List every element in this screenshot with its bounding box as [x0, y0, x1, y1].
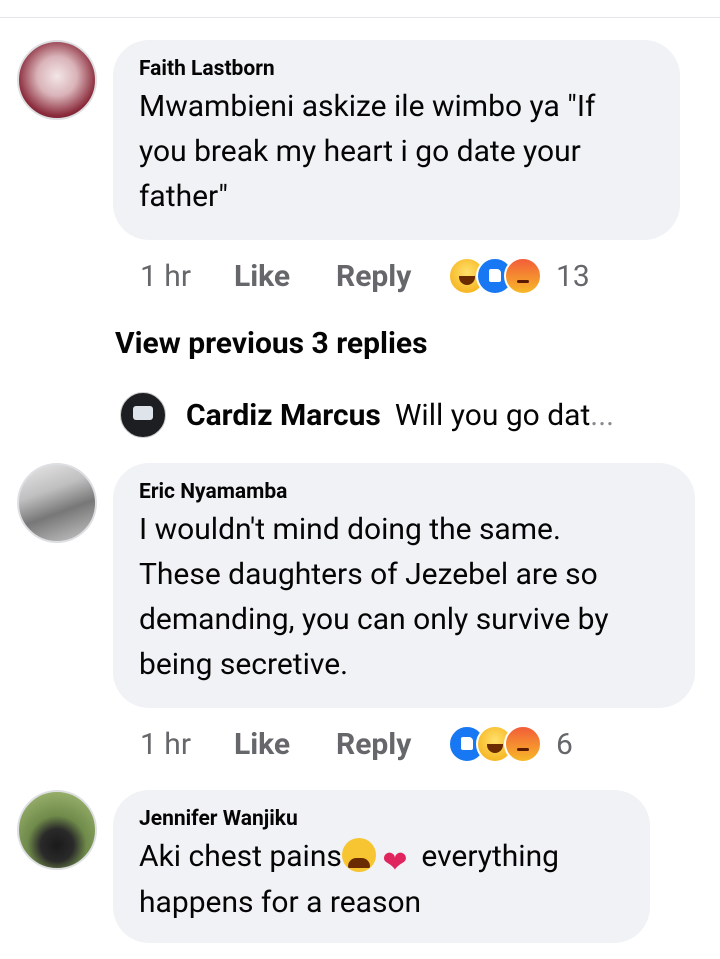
avatar-faith-lastborn[interactable]: [17, 40, 97, 120]
avatar-cardiz-marcus[interactable]: [120, 392, 166, 438]
crying-face-icon: [341, 838, 376, 872]
comment-bubble-faith: Faith Lastborn Mwambieni askize ile wimb…: [113, 40, 680, 240]
comment-author[interactable]: Eric Nyamamba: [139, 479, 669, 505]
reply-text: Will you go dat: [394, 397, 591, 433]
avatar-eric-nyamamba[interactable]: [17, 463, 97, 543]
like-button[interactable]: Like: [234, 727, 336, 762]
comment-meta-faith: 1 hr Like Reply 13: [140, 256, 590, 296]
reaction-count[interactable]: 6: [556, 727, 573, 762]
reactions-summary[interactable]: [448, 257, 542, 295]
comment-meta-eric: 1 hr Like Reply 6: [140, 724, 573, 764]
reply-author[interactable]: Cardiz Marcus: [186, 398, 381, 433]
reply-button[interactable]: Reply: [336, 727, 448, 762]
timestamp[interactable]: 1 hr: [140, 259, 234, 294]
reaction-count[interactable]: 13: [556, 259, 590, 294]
comment-bubble-eric: Eric Nyamamba I wouldn't mind doing the …: [113, 463, 695, 708]
comment-text: Mwambieni askize ile wimbo ya "If you br…: [139, 89, 596, 214]
reply-preview[interactable]: Cardiz Marcus Will you go dat...: [120, 392, 614, 438]
comment-text: I wouldn't mind doing the same. These da…: [139, 512, 609, 682]
comment-author[interactable]: Faith Lastborn: [139, 56, 654, 82]
like-button[interactable]: Like: [234, 259, 336, 294]
top-divider: [0, 17, 720, 18]
broken-heart-icon: ❤: [382, 845, 408, 880]
avatar-jennifer-wanjiku[interactable]: [17, 790, 97, 870]
reactions-summary[interactable]: [448, 725, 542, 763]
comment-author[interactable]: Jennifer Wanjiku: [139, 806, 624, 832]
angry-reaction-icon: [504, 257, 542, 295]
comment-bubble-jennifer: Jennifer Wanjiku Aki chest pains ❤ everyt…: [113, 790, 650, 943]
timestamp[interactable]: 1 hr: [140, 727, 234, 762]
reply-button[interactable]: Reply: [336, 259, 448, 294]
angry-reaction-icon: [504, 725, 542, 763]
reply-ellipsis: ...: [590, 397, 615, 433]
comment-text: Aki chest pains ❤ everything happens for …: [139, 838, 559, 920]
view-previous-replies-link[interactable]: View previous 3 replies: [115, 326, 428, 361]
